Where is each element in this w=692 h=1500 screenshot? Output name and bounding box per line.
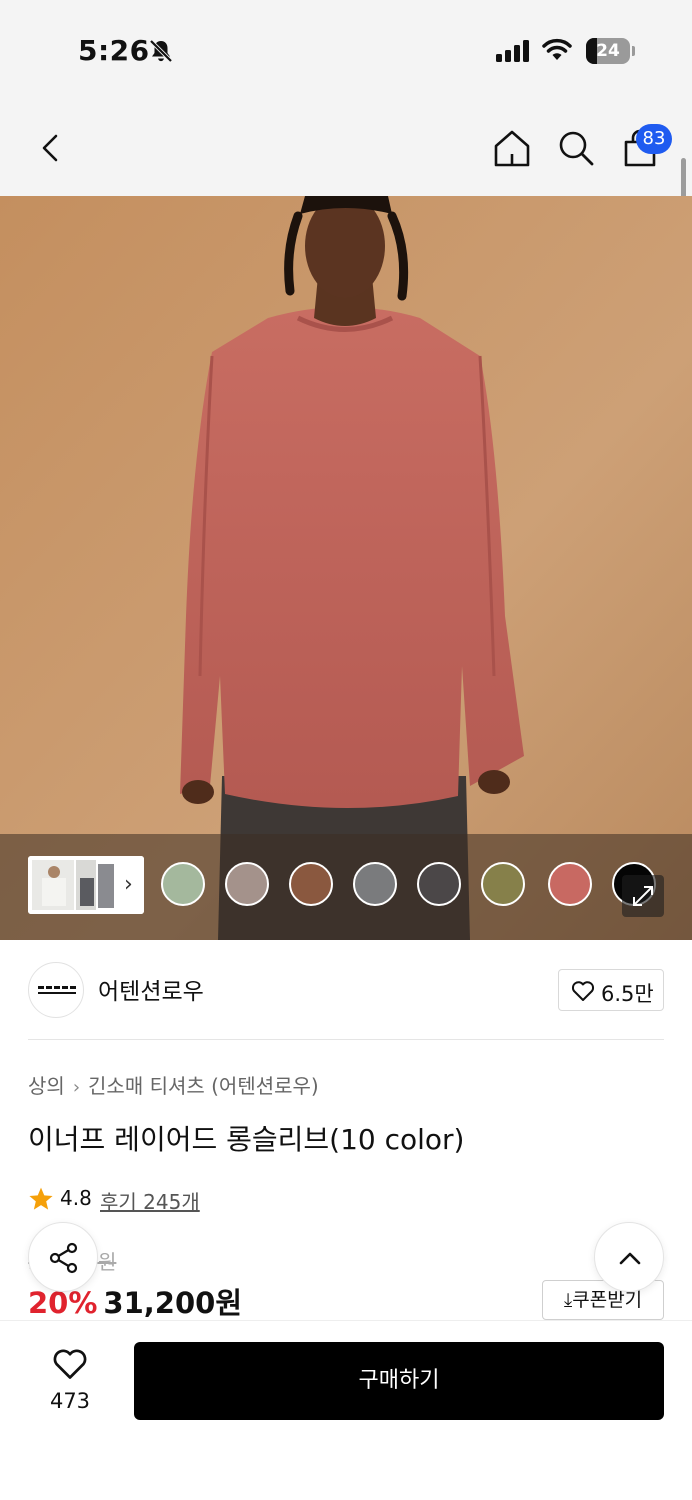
- signal-icon: [496, 40, 529, 62]
- home-icon[interactable]: [492, 128, 532, 168]
- battery-percent: 24: [596, 41, 620, 61]
- expand-image-button[interactable]: [622, 875, 664, 917]
- bottom-action-bar: 473 구매하기: [0, 1320, 692, 1500]
- chevron-up-icon: [619, 1252, 641, 1265]
- color-swatch[interactable]: [481, 862, 525, 906]
- battery-icon: 24: [586, 38, 630, 64]
- expand-icon: [633, 886, 653, 906]
- status-bar: 5:26 24: [0, 0, 692, 100]
- back-arrow-icon[interactable]: [30, 128, 70, 168]
- model-photo: [0, 196, 692, 940]
- top-nav: 83: [0, 100, 692, 196]
- status-time: 5:26: [78, 34, 150, 67]
- brand-like-count: 6.5만: [601, 982, 654, 1006]
- color-swatch[interactable]: [353, 862, 397, 906]
- cart-count-badge: 83: [636, 124, 672, 154]
- brand-logo[interactable]: [28, 962, 84, 1018]
- star-icon: [29, 1187, 53, 1210]
- share-button[interactable]: [28, 1222, 98, 1292]
- coupon-label: 쿠폰받기: [572, 1289, 643, 1311]
- brand-like-button[interactable]: 6.5만: [558, 969, 664, 1011]
- rating-score: 4.8: [60, 1186, 92, 1210]
- chevron-right-icon: ›: [124, 872, 133, 897]
- product-image[interactable]: ›: [0, 196, 692, 940]
- scroll-to-top-button[interactable]: [594, 1222, 664, 1292]
- battery-cap: [632, 46, 635, 56]
- bell-off-icon: [149, 39, 173, 63]
- wifi-icon: [542, 38, 572, 60]
- color-swatch[interactable]: [548, 862, 592, 906]
- share-icon: [49, 1242, 78, 1274]
- wishlist-button[interactable]: 473: [34, 1345, 106, 1425]
- brand-name[interactable]: 어텐션로우: [98, 972, 204, 1006]
- color-swatch-strip: ›: [0, 834, 692, 940]
- color-swatch[interactable]: [417, 862, 461, 906]
- breadcrumb: 상의 › 긴소매 티셔츠 (어텐션로우): [28, 1070, 319, 1099]
- reviews-link[interactable]: 후기 245개: [100, 1186, 200, 1215]
- search-icon[interactable]: [556, 128, 596, 168]
- color-swatch[interactable]: [289, 862, 333, 906]
- breadcrumb-item[interactable]: 상의: [28, 1070, 65, 1099]
- buy-button[interactable]: 구매하기: [134, 1342, 664, 1420]
- color-swatch[interactable]: [225, 862, 269, 906]
- divider: [28, 1039, 664, 1040]
- product-title: 이너프 레이어드 롱슬리브(10 color): [28, 1123, 465, 1156]
- sale-price: 31,200원: [103, 1286, 243, 1320]
- download-icon: ⤓: [563, 1289, 573, 1311]
- thumbnail-gallery-button[interactable]: ›: [28, 856, 144, 914]
- wishlist-count: 473: [49, 1389, 91, 1413]
- brand-row[interactable]: 어텐션로우 6.5만: [0, 940, 692, 1040]
- heart-icon: [53, 1349, 87, 1379]
- breadcrumb-item[interactable]: 긴소매 티셔츠 (어텐션로우): [88, 1070, 319, 1099]
- chevron-right-icon: ›: [72, 1077, 81, 1098]
- heart-icon: [571, 981, 595, 1001]
- brand-logo-mark: [38, 986, 76, 994]
- color-swatch[interactable]: [161, 862, 205, 906]
